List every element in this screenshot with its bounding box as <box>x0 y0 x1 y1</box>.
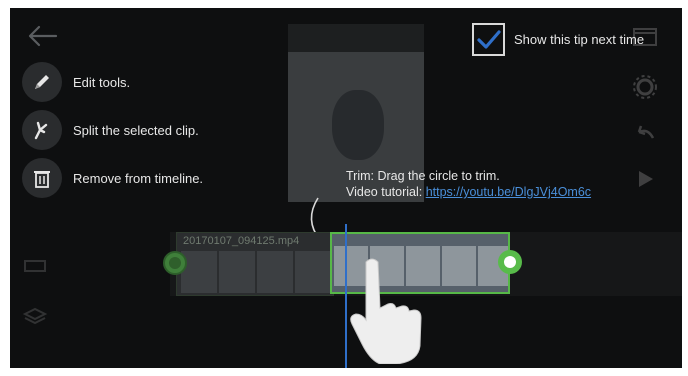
trim-instruction: Trim: Drag the circle to trim. <box>346 169 500 183</box>
trim-end-handle[interactable] <box>498 250 522 274</box>
timeline-clip[interactable]: 20170107_094125.mp4 <box>176 232 334 296</box>
edit-tools-button[interactable] <box>22 62 62 102</box>
show-tip-checkbox[interactable] <box>472 23 505 56</box>
settings-gear-icon[interactable] <box>630 72 660 102</box>
play-icon[interactable] <box>630 164 660 194</box>
audio-track-icon[interactable] <box>22 256 48 276</box>
split-clip-label: Split the selected clip. <box>73 123 199 138</box>
layers-icon[interactable] <box>22 306 48 326</box>
checkmark-icon <box>476 29 501 49</box>
clip-thumbnail <box>181 251 217 293</box>
app-screen: Edit tools. Split the selected clip. Rem… <box>10 8 682 368</box>
pencil-icon <box>35 75 49 89</box>
show-tip-toggle[interactable]: Show this tip next time <box>472 23 644 56</box>
split-clip-button[interactable] <box>22 110 62 150</box>
clip-name: 20170107_094125.mp4 <box>183 235 300 247</box>
trim-start-handle[interactable] <box>163 251 187 275</box>
preview-subject <box>332 90 384 160</box>
trash-icon <box>34 171 50 188</box>
preview-top-bar <box>288 24 424 52</box>
edit-tools-label: Edit tools. <box>73 75 131 90</box>
back-arrow-icon[interactable] <box>26 24 58 48</box>
clip-thumbnail <box>257 251 293 293</box>
show-tip-label: Show this tip next time <box>514 32 645 47</box>
clip-thumbnail <box>442 246 476 286</box>
tutorial-link[interactable]: https://youtu.be/DlgJVj4Om6c <box>426 185 591 199</box>
tutorial-prefix: Video tutorial: <box>346 185 426 199</box>
clip-thumbnail <box>219 251 255 293</box>
clip-thumbnail <box>295 251 331 293</box>
split-icon <box>34 121 48 140</box>
hand-pointer-icon <box>350 258 422 364</box>
remove-from-timeline-button[interactable] <box>22 158 62 198</box>
trim-tip: Trim: Drag the circle to trim. Video tut… <box>346 168 591 200</box>
undo-icon[interactable] <box>630 120 660 150</box>
remove-from-timeline-label: Remove from timeline. <box>73 171 204 186</box>
tutorial-line: Video tutorial: https://youtu.be/DlgJVj4… <box>346 184 591 200</box>
